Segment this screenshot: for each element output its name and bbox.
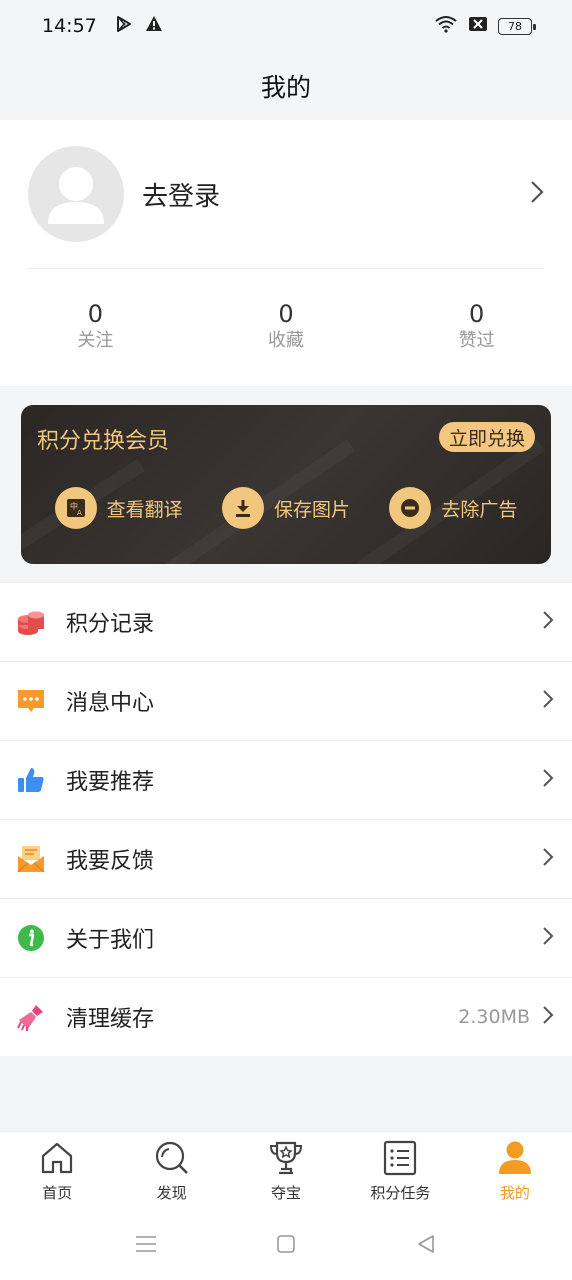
chevron-right-icon: [542, 847, 554, 871]
stat-label: 关注: [77, 330, 114, 351]
thumbs-up-icon: [16, 765, 46, 795]
menu-label: 我要反馈: [66, 849, 155, 874]
stat-following[interactable]: 0 关注: [0, 300, 191, 354]
feedback-mail-icon: [16, 844, 46, 874]
message-icon: [16, 686, 46, 716]
feature-label: 保存图片: [273, 498, 350, 521]
feature-view-translation: 中A 查看翻译: [54, 487, 183, 529]
stat-label: 收藏: [268, 330, 304, 351]
battery-icon: 78: [498, 17, 536, 35]
menu-item-about-us[interactable]: 关于我们: [0, 898, 572, 977]
divider: [28, 268, 544, 269]
redeem-now-button[interactable]: 立即兑换: [438, 422, 535, 452]
chevron-right-icon: [542, 689, 554, 713]
menu-item-message-center[interactable]: 消息中心: [0, 661, 572, 740]
tab-label: 首页: [42, 1184, 73, 1202]
chevron-right-icon: [542, 768, 554, 792]
page-title: 我的: [260, 73, 311, 102]
square-icon: [276, 1234, 296, 1258]
home-nav-button[interactable]: [216, 1234, 356, 1258]
download-icon: [221, 487, 264, 529]
info-icon: [16, 923, 46, 953]
wifi-icon: [434, 15, 458, 37]
back-triangle-icon: [416, 1234, 436, 1258]
stat-favorites[interactable]: 0 收藏: [191, 300, 382, 354]
system-nav-bar: [0, 1211, 572, 1280]
bottom-tab-bar: 首页 发现 夺宝 积分任务 我的: [0, 1131, 572, 1211]
feature-label: 查看翻译: [106, 498, 183, 521]
stat-label: 赞过: [458, 330, 495, 351]
no-sim-icon: [468, 16, 488, 36]
tab-home[interactable]: 首页: [0, 1132, 114, 1211]
title-bar: 我的: [0, 52, 572, 120]
cache-size: 2.30MB: [458, 1006, 530, 1028]
chevron-right-icon: [530, 180, 544, 208]
default-avatar-icon: [48, 167, 104, 224]
svg-text:A: A: [77, 509, 82, 517]
warning-icon: [145, 15, 163, 37]
task-list-icon: [382, 1140, 418, 1180]
menu-lines-icon: [135, 1234, 157, 1258]
chevron-right-icon: [542, 1005, 554, 1029]
avatar[interactable]: [28, 146, 124, 242]
vip-exchange-card[interactable]: 积分兑换会员 立即兑换 中A 查看翻译 保存图片 去除广告: [21, 405, 551, 564]
feature-save-image: 保存图片: [221, 487, 350, 529]
vip-title: 积分兑换会员: [37, 429, 170, 454]
menu-item-recommend[interactable]: 我要推荐: [0, 740, 572, 819]
login-label[interactable]: 去登录: [142, 176, 220, 213]
recents-button[interactable]: [76, 1234, 216, 1258]
menu-label: 清理缓存: [66, 1007, 155, 1032]
stat-value: 0: [469, 300, 485, 328]
coins-icon: [16, 607, 46, 637]
menu-item-points-record[interactable]: 积分记录: [0, 582, 572, 661]
discover-icon: [154, 1140, 190, 1180]
tab-label: 夺宝: [271, 1184, 302, 1202]
menu-label: 我要推荐: [66, 770, 155, 795]
trophy-icon: [268, 1140, 304, 1180]
menu-label: 积分记录: [66, 612, 155, 637]
play-store-icon: [115, 15, 133, 37]
chevron-right-icon: [542, 610, 554, 634]
status-time: 14:57: [42, 15, 97, 37]
menu-item-clear-cache[interactable]: 清理缓存 2.30MB: [0, 977, 572, 1056]
broom-icon: [16, 1002, 46, 1032]
stat-liked[interactable]: 0 赞过: [381, 300, 572, 354]
feature-label: 去除广告: [441, 498, 518, 521]
chevron-right-icon: [542, 926, 554, 950]
feature-remove-ads: 去除广告: [389, 487, 517, 529]
stat-value: 0: [87, 300, 103, 328]
remove-ad-icon: [389, 487, 432, 529]
stat-value: 0: [278, 300, 294, 328]
settings-menu: 积分记录 消息中心 我要推荐 我要反馈 关于我们 清理缓存 2.30MB: [0, 582, 572, 1056]
vip-features: 中A 查看翻译 保存图片 去除广告: [21, 487, 551, 529]
tab-mine[interactable]: 我的: [458, 1132, 572, 1211]
status-bar: 14:57 78: [0, 0, 572, 52]
menu-label: 关于我们: [66, 928, 155, 953]
menu-label: 消息中心: [66, 691, 155, 716]
stats-row: 0 关注 0 收藏 0 赞过: [0, 300, 572, 354]
menu-item-feedback[interactable]: 我要反馈: [0, 819, 572, 898]
tab-points-tasks[interactable]: 积分任务: [343, 1132, 457, 1211]
tab-treasure[interactable]: 夺宝: [229, 1132, 343, 1211]
tab-label: 积分任务: [370, 1184, 431, 1202]
back-button[interactable]: [356, 1234, 496, 1258]
user-icon: [497, 1140, 533, 1180]
tab-label: 发现: [156, 1184, 187, 1202]
tab-label: 我的: [499, 1184, 530, 1202]
login-row[interactable]: 去登录: [28, 146, 544, 242]
profile-card: 去登录 0 关注 0 收藏 0 赞过: [0, 120, 572, 386]
tab-discover[interactable]: 发现: [114, 1132, 228, 1211]
translate-icon: 中A: [54, 487, 97, 529]
home-icon: [39, 1140, 75, 1180]
